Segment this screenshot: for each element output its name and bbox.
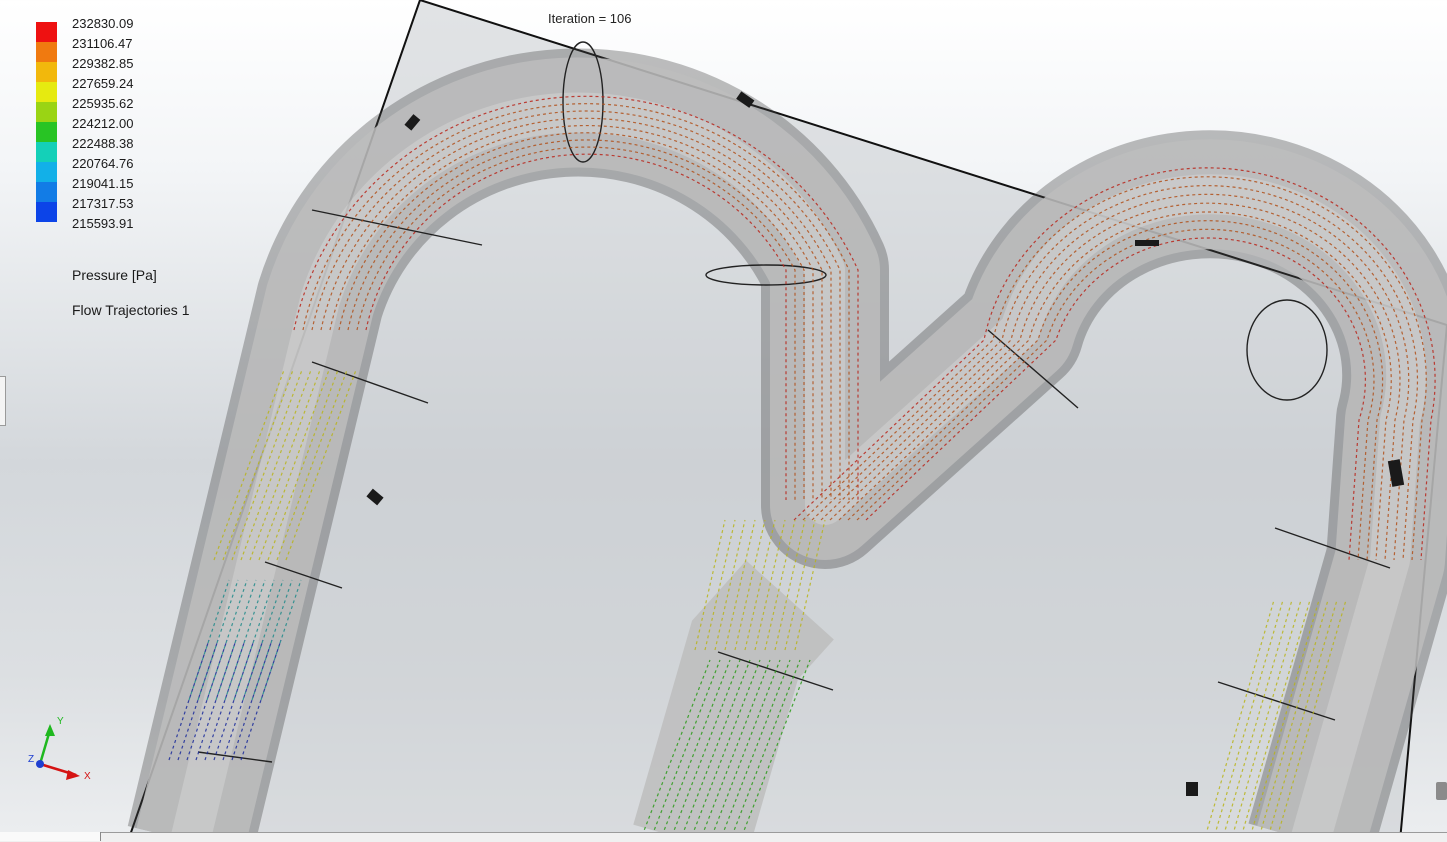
pressure-legend[interactable]: 232830.09 231106.47 229382.85 227659.24 …: [36, 17, 196, 322]
legend-value: 222488.38: [72, 136, 134, 151]
legend-value: 225935.62: [72, 96, 134, 111]
triad-x-label: X: [84, 771, 91, 782]
graphics-viewport[interactable]: Y X Z: [0, 0, 1447, 841]
legend-swatch-2: [36, 42, 57, 62]
view-toggle-button[interactable]: [1436, 782, 1447, 800]
iteration-counter: Iteration = 106: [548, 11, 632, 26]
legend-value: 217317.53: [72, 196, 134, 211]
legend-swatch-5: [36, 102, 57, 122]
legend-value: 215593.91: [72, 216, 134, 231]
legend-swatch-4: [36, 82, 57, 102]
legend-swatch-8: [36, 162, 57, 182]
legend-value: 231106.47: [72, 36, 133, 51]
legend-value: 219041.15: [72, 176, 134, 191]
legend-swatch-9: [36, 182, 57, 202]
panel-collapse-handle[interactable]: [0, 376, 6, 426]
legend-value: 224212.00: [72, 116, 134, 131]
legend-value: 229382.85: [72, 56, 134, 71]
legend-swatch-3: [36, 62, 57, 82]
legend-value: 220764.76: [72, 156, 134, 171]
coordinate-triad: Y X Z: [28, 716, 91, 782]
legend-swatch-1: [36, 22, 57, 42]
legend-swatch-7: [36, 142, 57, 162]
legend-title: Pressure [Pa]: [72, 267, 157, 283]
legend-swatch-10: [36, 202, 57, 222]
plot-name: Flow Trajectories 1: [72, 302, 190, 318]
legend-value: 232830.09: [72, 16, 134, 31]
triad-z-label: Z: [28, 754, 34, 765]
triad-y-label: Y: [57, 716, 64, 727]
legend-value: 227659.24: [72, 76, 134, 91]
model-tab[interactable]: [0, 832, 101, 841]
legend-swatch-6: [36, 122, 57, 142]
